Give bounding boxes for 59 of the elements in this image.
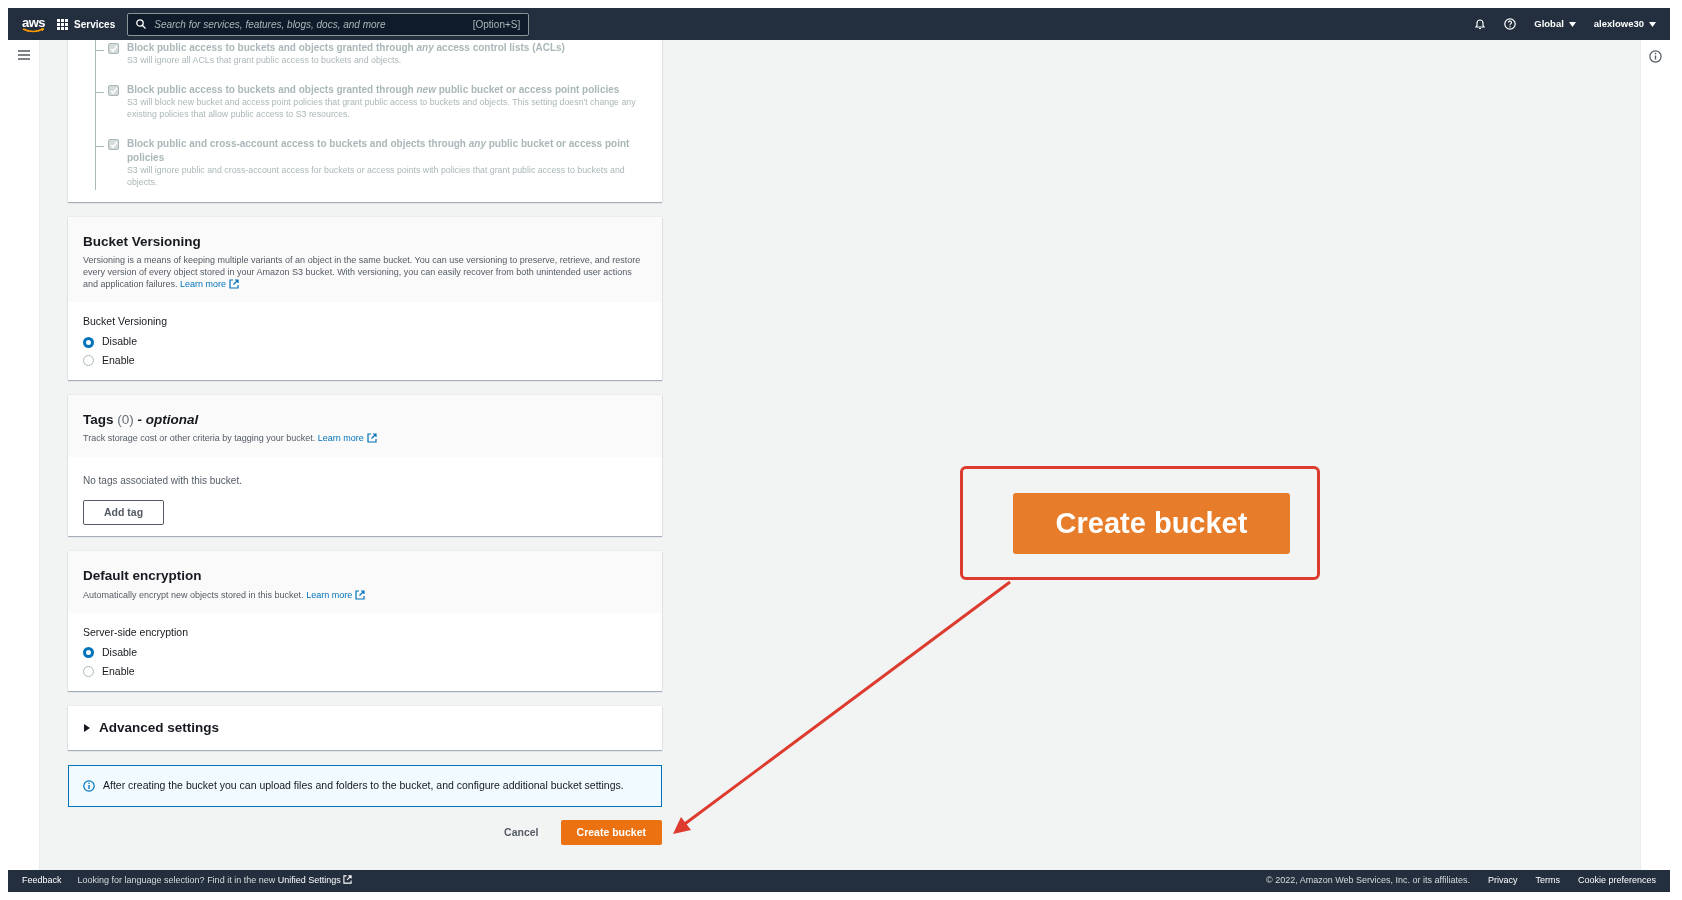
- search-field[interactable]: Search for services, features, blogs, docs, and more: [152, 15, 467, 33]
- services-button[interactable]: Services: [57, 16, 116, 32]
- caret-icon: [1649, 21, 1656, 27]
- external-link-icon: [366, 432, 377, 443]
- alert-message: After creating the bucket you can upload files and folders to the bucket, and configure additional bucket settings.: [103, 777, 624, 793]
- radio-label: Enable: [102, 352, 135, 368]
- radio-label: Disable: [102, 334, 138, 350]
- section-title: Bucket Versioning: [83, 234, 201, 250]
- radio-button[interactable]: [83, 355, 94, 367]
- grid-icon: [57, 18, 69, 30]
- footer-link[interactable]: Terms: [1535, 874, 1560, 888]
- search-bar[interactable]: Search for services, features, blogs, docs, and more [Option+S]: [127, 12, 530, 36]
- radio-button[interactable]: [83, 666, 94, 678]
- language-note: Looking for language selection? Find it in the new Unified Settings: [77, 874, 353, 888]
- learn-more-link[interactable]: Learn more: [180, 278, 240, 289]
- caret-icon: [83, 723, 91, 732]
- option-description: S3 will block new bucket and access point policies that grant public access to buckets and objects. This setting doesn't change any existing policies that allow public access to S3 resources.: [127, 97, 637, 121]
- tag-count: (0): [117, 411, 134, 427]
- external-link-icon: [229, 278, 240, 289]
- section-title: Default encryption: [83, 568, 202, 584]
- option-title: Block public access to buckets and objects granted through any access control lists (ACLs): [127, 41, 565, 55]
- caret-icon: [1568, 21, 1576, 27]
- copyright-text: © 2022, Amazon Web Services, Inc. or its affiliates.: [1266, 874, 1470, 888]
- help-icon[interactable]: [1504, 18, 1517, 30]
- radio-label: Enable: [102, 663, 135, 679]
- bell-icon[interactable]: [1474, 18, 1487, 30]
- section-title: Tags: [83, 411, 114, 427]
- section-description: Track storage cost or other criteria by tagging your bucket. Learn more: [83, 432, 647, 445]
- footer-link[interactable]: Cookie preferences: [1577, 874, 1656, 888]
- unified-settings-link[interactable]: Unified Settings: [277, 875, 353, 886]
- external-link-icon: [343, 875, 353, 885]
- field-label: Server-side encryption: [83, 625, 190, 641]
- footer-link[interactable]: Privacy: [1487, 874, 1518, 888]
- option-description: S3 will ignore all ACLs that grant public access to buckets and objects.: [127, 55, 403, 67]
- option-title: Block public access to buckets and objects granted through new public bucket or access point policies: [127, 83, 621, 98]
- region-menu[interactable]: Global: [1534, 16, 1576, 32]
- learn-more-link[interactable]: Learn more: [317, 432, 377, 443]
- info-icon: [83, 779, 95, 792]
- cancel-button[interactable]: Cancel: [504, 824, 539, 841]
- aws-logo[interactable]: aws: [22, 15, 46, 33]
- radio-label: Disable: [102, 645, 138, 661]
- keyboard-shortcut: [Option+S]: [472, 17, 521, 32]
- optional-label: - optional: [137, 411, 199, 427]
- section-description: Automatically encrypt new objects stored in this bucket. Learn more: [83, 589, 647, 602]
- menu-icon[interactable]: [17, 50, 30, 60]
- search-icon: [136, 19, 147, 29]
- section-description: Versioning is a means of keeping multiple variants of an object in the same bucket. You can use versioning to preserve, retrieve, and restore every version of every object stored in your Amazon S3 bucket. With versioning, you can easily recover from both unintended user actions and application failures. Learn more: [83, 255, 642, 291]
- option-description: S3 will ignore public and cross-account access for buckets or access points with policies that grant public access to buckets and objects.: [127, 165, 626, 189]
- radio-button[interactable]: [83, 647, 94, 659]
- empty-message: No tags associated with this bucket.: [83, 473, 243, 488]
- feedback-link[interactable]: Feedback: [22, 874, 62, 888]
- learn-more-link[interactable]: Learn more: [306, 589, 366, 600]
- field-label: Bucket Versioning: [83, 314, 169, 330]
- add-tag-button[interactable]: Add tag: [83, 499, 165, 526]
- radio-button[interactable]: [83, 336, 94, 348]
- option-title: Block public and cross-account access to buckets and objects through any public bucket or access point policies: [127, 137, 631, 166]
- external-link-icon: [355, 589, 366, 600]
- info-icon[interactable]: [1649, 50, 1662, 63]
- account-menu[interactable]: alexlowe30: [1593, 16, 1656, 32]
